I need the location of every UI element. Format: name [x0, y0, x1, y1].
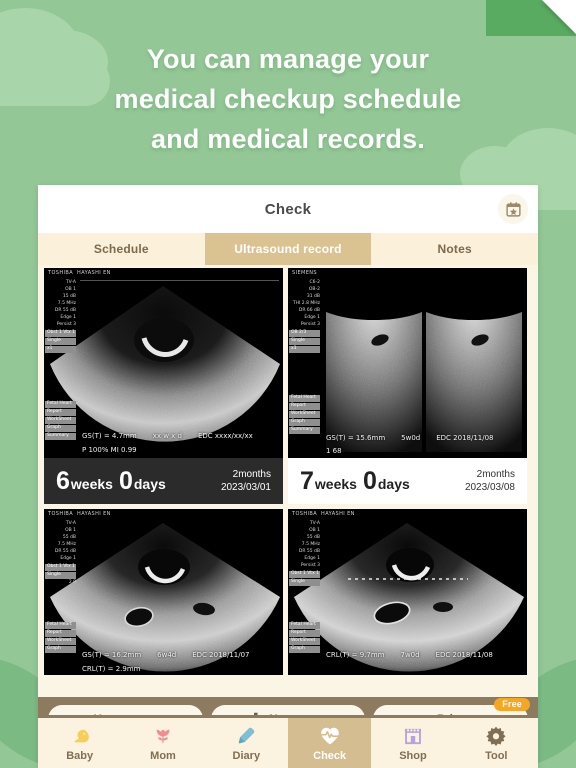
scan-parameter-sidebar: TV-A OB 1 15 dB 7.5 MHz DR 55 dB Edge 1 … — [45, 280, 76, 440]
days-value: 0 — [362, 466, 377, 495]
gestational-age: 7 weeks 0 days — [300, 466, 416, 495]
free-badge: Free — [494, 698, 531, 711]
tab-schedule[interactable]: Schedule — [38, 233, 205, 265]
scan-brand-label: TOSHIBA HAYASHI EN — [292, 511, 355, 517]
scan-measurements: GS(T) = 15.6mm 5w0d EDC 2018/11/08 — [326, 434, 494, 442]
app-header: Check — [38, 185, 538, 233]
scan-brand-label: TOSHIBA HAYASHI EN — [48, 511, 111, 517]
nav-label-baby: Baby — [66, 749, 94, 762]
days-unit: days — [133, 475, 166, 492]
nav-label-tool: Tool — [485, 749, 508, 762]
tab-ultrasound-record[interactable]: Ultrasound record — [204, 233, 372, 265]
nav-item-check[interactable]: Check — [287, 718, 372, 768]
record-meta: 7 weeks 0 days 2months 2023/03/08 — [288, 458, 527, 504]
scan-footer: CRL(T) = 2.9mm — [82, 665, 141, 673]
ultrasound-scan-graphic — [44, 268, 283, 458]
nav-label-mom: Mom — [150, 749, 176, 762]
months-label: 2months — [476, 468, 515, 480]
headline-line-1: You can manage your — [146, 44, 430, 74]
nav-item-shop[interactable]: Shop — [371, 718, 454, 768]
nav-item-tool[interactable]: Tool — [455, 718, 538, 768]
weeks-value: 6 — [56, 466, 70, 495]
record-date: 2023/03/08 — [464, 482, 515, 493]
weeks-unit: weeks — [314, 475, 357, 492]
record-date: 2023/03/01 — [220, 482, 271, 493]
calendar-star-icon — [505, 201, 521, 217]
days-unit: days — [377, 475, 410, 492]
nav-label-shop: Shop — [399, 749, 427, 762]
scan-brand-label: SIEMENS — [292, 270, 317, 276]
record-meta: 6 weeks 0 days 2months 2023/03/01 — [44, 458, 283, 504]
ultrasound-record-card[interactable]: TOSHIBA HAYASHI EN TV-A OB 1 15 dB 7.5 M… — [44, 268, 283, 504]
ultrasound-image: SIEMENS C6-2 OB-2 31 dB THI 2.8 MHz DR 6… — [288, 268, 527, 458]
headline-line-3: and medical records. — [150, 123, 426, 154]
scan-parameter-sidebar: C6-2 OB-2 31 dB THI 2.8 MHz DR 66 dB Edg… — [289, 280, 320, 434]
days-value: 0 — [118, 466, 133, 495]
tulip-icon — [156, 729, 170, 743]
ultrasound-image: TOSHIBA HAYASHI EN TV-A OB 1 15 dB 7.5 M… — [44, 268, 283, 458]
record-date-block: 2months 2023/03/01 — [221, 468, 271, 495]
store-icon — [404, 728, 422, 744]
nav-label-diary: Diary — [232, 749, 261, 762]
scan-brand-label: TOSHIBA HAYASHI EN — [48, 270, 111, 276]
ultrasound-record-card[interactable]: SIEMENS C6-2 OB-2 31 dB THI 2.8 MHz DR 6… — [288, 268, 527, 504]
scan-measurements: GS(T) = 16.2mm 6w4d EDC 2018/11/07 — [82, 651, 250, 659]
scan-measurements: CRL(T) = 9.7mm 7w0d EDC 2018/11/08 — [326, 651, 493, 659]
ultrasound-image: TOSHIBA HAYASHI EN TV-A OB 1 55 dB 7.5 M… — [288, 509, 527, 675]
nav-item-diary[interactable]: Diary — [205, 718, 288, 768]
nav-item-baby[interactable]: Baby — [38, 718, 121, 768]
scan-footer: 1 68 — [326, 447, 342, 455]
scan-parameter-sidebar: TV-A OB 1 55 dB 7.5 MHz DR 55 dB Edge 1 … — [289, 521, 320, 653]
ultrasound-scan-graphic — [288, 268, 527, 458]
scan-footer: P 100% MI 0.99 — [82, 446, 137, 454]
pencil-icon — [239, 727, 255, 743]
promo-headline: You can manage your medical checkup sche… — [0, 40, 576, 160]
record-date-block: 2months 2023/03/08 — [465, 468, 515, 495]
nav-item-mom[interactable]: Mom — [121, 718, 204, 768]
ultrasound-image: TOSHIBA HAYASHI EN TV-A OB 1 55 dB 7.5 M… — [44, 509, 283, 675]
heart-pulse-icon — [320, 727, 339, 744]
ultrasound-record-grid: TOSHIBA HAYASHI EN TV-A OB 1 15 dB 7.5 M… — [38, 265, 538, 697]
scan-measurements: GS(T) = 4.7mm xx w x d EDC xxxx/xx/xx — [82, 432, 253, 440]
weeks-unit: weeks — [70, 475, 113, 492]
nav-label-check: Check — [313, 749, 347, 762]
calendar-star-icon-button[interactable] — [498, 194, 528, 224]
page-title: Check — [264, 200, 312, 218]
gear-icon — [486, 726, 506, 746]
app-screenshot-frame: Check Schedule Ultrasound record Notes T… — [38, 185, 538, 768]
ultrasound-record-card[interactable]: TOSHIBA HAYASHI EN TV-A OB 1 55 dB 7.5 M… — [44, 509, 283, 675]
gestational-age: 6 weeks 0 days — [56, 466, 172, 495]
bottom-navigation: Baby Mom Diary Check Shop Tool — [38, 715, 538, 768]
months-label: 2months — [232, 468, 271, 480]
record-type-tabs: Schedule Ultrasound record Notes — [38, 233, 538, 265]
headline-line-2: medical checkup schedule — [114, 83, 462, 114]
ultrasound-record-card[interactable]: TOSHIBA HAYASHI EN TV-A OB 1 55 dB 7.5 M… — [288, 509, 527, 675]
scan-parameter-sidebar: TV-A OB 1 55 dB 7.5 MHz DR 55 dB Edge 1 … — [45, 521, 76, 653]
tab-notes[interactable]: Notes — [371, 233, 538, 265]
chick-icon — [74, 729, 89, 742]
page-corner-peel-icon — [542, 0, 576, 34]
weeks-value: 7 — [300, 466, 314, 495]
